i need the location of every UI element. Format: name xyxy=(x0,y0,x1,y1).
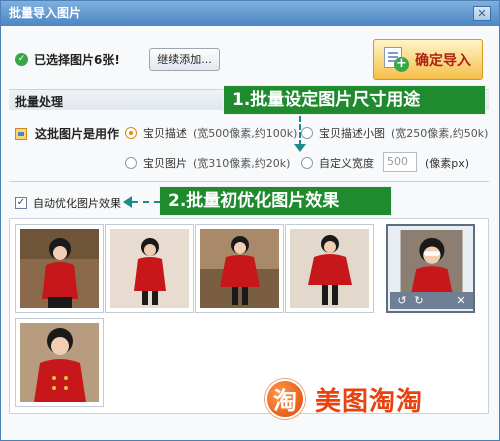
title-bar: 批量导入图片 ✕ xyxy=(1,1,499,26)
thumbnail-photo xyxy=(20,323,99,402)
radio-dot[interactable] xyxy=(301,157,313,169)
annotation-arrow-left xyxy=(132,201,160,203)
radio-desc: (宽310像素,约20k) xyxy=(193,157,291,170)
thumbnail-toolbar: ↺ ↻ ✕ xyxy=(390,292,473,309)
usage-label-row: 这批图片是用作 xyxy=(15,125,119,142)
thumbnail-photo xyxy=(290,229,369,308)
batch-import-window: 批量导入图片 ✕ ✓ 已选择图片6张! 继续添加... + 确定导入 批量处理 … xyxy=(0,0,500,441)
thumbnail[interactable] xyxy=(105,224,194,313)
usage-label: 这批图片是用作 xyxy=(35,127,120,141)
radio-dot[interactable] xyxy=(125,157,137,169)
radio-label: 宝贝图片 xyxy=(143,157,187,170)
divider xyxy=(9,181,489,182)
meitu-taotao-logo: 淘 美图淘淘 xyxy=(265,379,423,419)
annotation-size-usage: 1.批量设定图片尺寸用途 xyxy=(223,85,486,115)
radio-label: 自定义宽度 xyxy=(319,157,374,170)
window-title: 批量导入图片 xyxy=(9,6,82,20)
check-icon: ✓ xyxy=(15,52,28,66)
thumbnail-photo xyxy=(20,229,99,308)
confirm-import-label: 确定导入 xyxy=(415,52,471,69)
import-document-icon: + xyxy=(384,47,409,72)
radio-desc: (宽250像素,约50k) xyxy=(391,127,489,140)
thumbnail-photo xyxy=(110,229,189,308)
thumbnail[interactable] xyxy=(195,224,284,313)
thumbnail[interactable] xyxy=(15,318,104,407)
arrow-down-icon xyxy=(294,144,306,152)
radio-desc: (宽500像素,约100k) xyxy=(193,127,298,140)
annotation-arrow-down xyxy=(299,116,301,146)
thumbnail-photo xyxy=(200,229,279,308)
radio-item-image[interactable]: 宝贝图片 (宽310像素,约20k) xyxy=(125,155,290,171)
auto-optimize-label: 自动优化图片效果 xyxy=(33,197,121,210)
thumbnail[interactable] xyxy=(285,224,374,313)
radio-description[interactable]: 宝贝描述 (宽500像素,约100k) xyxy=(125,125,297,141)
radio-label: 宝贝描述 xyxy=(143,127,187,140)
rotate-right-icon[interactable]: ↻ xyxy=(413,293,425,308)
radio-custom-width[interactable]: 自定义宽度 xyxy=(301,155,374,171)
auto-optimize-checkbox[interactable]: ✓ xyxy=(15,197,27,209)
confirm-import-button[interactable]: + 确定导入 xyxy=(373,39,483,80)
batch-section-title: 批量处理 xyxy=(15,95,64,109)
image-icon xyxy=(15,127,27,140)
auto-optimize-row[interactable]: ✓ 自动优化图片效果 xyxy=(15,195,121,211)
rotate-left-icon[interactable]: ↺ xyxy=(396,293,408,308)
selected-status: ✓ 已选择图片6张! xyxy=(15,50,120,68)
add-more-button[interactable]: 继续添加... xyxy=(149,48,220,71)
logo-text: 美图淘淘 xyxy=(315,386,424,417)
thumbnail-selected[interactable]: ↺ ↻ ✕ xyxy=(386,224,475,313)
radio-dot[interactable] xyxy=(301,127,313,139)
radio-dot-checked[interactable] xyxy=(125,127,137,139)
logo-badge: 淘 xyxy=(265,379,305,419)
remove-icon[interactable]: ✕ xyxy=(455,293,467,308)
close-button[interactable]: ✕ xyxy=(473,6,491,21)
thumbnail[interactable] xyxy=(15,224,104,313)
arrow-left-icon xyxy=(123,196,132,208)
custom-width-unit: (像素px) xyxy=(425,157,470,170)
selected-count-text: 已选择图片6张! xyxy=(34,52,120,67)
radio-label: 宝贝描述小图 xyxy=(319,127,385,140)
thumbnail-photo xyxy=(400,230,463,292)
radio-description-small[interactable]: 宝贝描述小图 (宽250像素,约50k) xyxy=(301,125,488,141)
custom-width-input[interactable]: 500 xyxy=(383,152,417,172)
annotation-optimize: 2.批量初优化图片效果 xyxy=(159,186,392,216)
